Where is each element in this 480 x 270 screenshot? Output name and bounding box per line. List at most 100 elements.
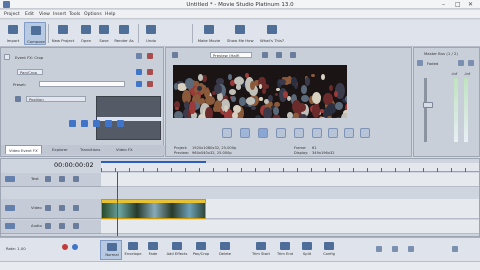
close-fx-icon[interactable] bbox=[147, 69, 153, 75]
show-me-how-button[interactable]: Show Me How bbox=[227, 22, 254, 45]
preset-dropdown[interactable] bbox=[39, 81, 125, 87]
zoom-out-icon[interactable] bbox=[392, 246, 398, 252]
preview-quality-dropdown[interactable]: Preview (Half) bbox=[210, 52, 252, 58]
close-icon[interactable]: ✕ bbox=[468, 1, 473, 8]
delete-preset-icon[interactable] bbox=[147, 81, 153, 87]
track-mute-icon[interactable] bbox=[59, 223, 65, 229]
preview-settings-icon[interactable] bbox=[172, 52, 178, 58]
sync-cursor-icon[interactable] bbox=[136, 69, 142, 75]
ruler-tick bbox=[283, 168, 284, 172]
crowd-texture bbox=[310, 74, 315, 78]
text-track-lane[interactable] bbox=[101, 173, 479, 187]
track-solo-icon[interactable] bbox=[73, 223, 79, 229]
menu-insert[interactable]: Insert bbox=[53, 12, 66, 17]
track-solo-icon[interactable] bbox=[73, 205, 79, 211]
menu-edit[interactable]: Edit bbox=[25, 12, 34, 17]
tab-transitions[interactable]: Transitions bbox=[77, 145, 103, 154]
crowd-texture bbox=[290, 77, 298, 86]
go-to-end-icon[interactable] bbox=[328, 128, 338, 138]
pan-crop-subtab[interactable]: Pan/Crop bbox=[17, 69, 43, 75]
toolbar-divider bbox=[48, 24, 49, 43]
menu-project[interactable]: Project bbox=[4, 12, 20, 17]
render-as-button[interactable]: Render As bbox=[113, 22, 135, 45]
loop-icon[interactable] bbox=[222, 128, 232, 138]
maximize-icon[interactable]: □ bbox=[455, 1, 461, 8]
new-project-button[interactable]: New Project bbox=[52, 22, 74, 45]
master-fx-icon[interactable] bbox=[417, 60, 423, 66]
track-header-text[interactable]: Text bbox=[1, 173, 101, 187]
master-fader-track[interactable] bbox=[424, 78, 427, 142]
delete-button[interactable]: Delete bbox=[214, 240, 236, 260]
import-button[interactable]: Import bbox=[2, 22, 24, 45]
crowd-texture bbox=[274, 92, 278, 97]
mute-icon[interactable] bbox=[458, 60, 464, 66]
crop-keyframe-area[interactable] bbox=[96, 96, 162, 140]
minimize-icon[interactable]: – bbox=[442, 1, 445, 8]
overlays-icon[interactable] bbox=[262, 52, 268, 58]
fade-tool-button[interactable]: Fade bbox=[142, 240, 164, 260]
tab-video-event-fx[interactable]: Video Event FX bbox=[5, 145, 42, 154]
last-keyframe-icon[interactable] bbox=[105, 120, 112, 127]
compose-button[interactable]: Compose bbox=[24, 22, 46, 45]
track-header-video[interactable]: Video bbox=[1, 199, 101, 219]
ruler-tick bbox=[465, 168, 466, 172]
track-mute-icon[interactable] bbox=[59, 205, 65, 211]
playhead[interactable] bbox=[117, 172, 118, 236]
track-solo-icon[interactable] bbox=[73, 176, 79, 182]
zoom-in-icon[interactable] bbox=[376, 246, 382, 252]
go-to-start-icon[interactable] bbox=[312, 128, 322, 138]
prev-keyframe-icon[interactable] bbox=[81, 120, 88, 127]
fx-plugin-button[interactable] bbox=[4, 54, 10, 60]
undo-button[interactable]: Undo bbox=[140, 22, 162, 45]
record-icon[interactable] bbox=[62, 244, 68, 250]
track-header-audio[interactable]: Audio bbox=[1, 220, 101, 234]
snap-icon[interactable] bbox=[408, 246, 414, 252]
track-fx-icon[interactable] bbox=[45, 223, 51, 229]
settings-icon[interactable] bbox=[452, 246, 458, 252]
pause-icon[interactable] bbox=[276, 128, 286, 138]
solo-icon[interactable] bbox=[468, 60, 474, 66]
render-as-label: Render As bbox=[114, 38, 134, 43]
config-button[interactable]: Config bbox=[318, 240, 340, 260]
menu-help[interactable]: Help bbox=[105, 12, 115, 17]
pan-crop-button[interactable]: Pan/Crop bbox=[190, 240, 212, 260]
add-effects-button[interactable]: Add Effects bbox=[166, 240, 188, 260]
prev-frame-icon[interactable] bbox=[344, 128, 354, 138]
copy-snapshot-icon[interactable] bbox=[276, 52, 282, 58]
new-project-icon bbox=[58, 25, 68, 34]
track-mute-icon[interactable] bbox=[59, 176, 65, 182]
menu-tools[interactable]: Tools bbox=[69, 12, 80, 17]
menu-view[interactable]: View bbox=[39, 12, 50, 17]
tab-explorer[interactable]: Explorer bbox=[49, 145, 71, 154]
track-fx-icon[interactable] bbox=[45, 205, 51, 211]
master-fader-handle[interactable] bbox=[423, 102, 433, 108]
audio-track-lane[interactable] bbox=[101, 220, 479, 234]
save-preset-icon[interactable] bbox=[136, 81, 142, 87]
trim-start-button[interactable]: Trim Start bbox=[250, 240, 272, 260]
delete-label: Delete bbox=[218, 252, 232, 256]
normal-tool-button[interactable]: Normal bbox=[100, 240, 122, 260]
trim-end-button[interactable]: Trim End bbox=[274, 240, 296, 260]
fx-add-icon[interactable] bbox=[136, 53, 142, 59]
play-from-start-icon[interactable] bbox=[240, 128, 250, 138]
crowd-texture bbox=[229, 89, 237, 95]
make-movie-button[interactable]: Make Movie bbox=[198, 22, 220, 45]
first-keyframe-icon[interactable] bbox=[69, 120, 76, 127]
split-button[interactable]: Split bbox=[296, 240, 318, 260]
stop-icon[interactable] bbox=[294, 128, 304, 138]
save-snapshot-icon[interactable] bbox=[290, 52, 296, 58]
loop-playback-icon[interactable] bbox=[72, 244, 78, 250]
position-expand-icon[interactable] bbox=[15, 96, 21, 102]
timeline-ruler[interactable] bbox=[101, 163, 479, 172]
play-icon[interactable] bbox=[258, 128, 268, 138]
whats-this-button[interactable]: What's This? bbox=[260, 22, 284, 45]
next-frame-icon[interactable] bbox=[360, 128, 370, 138]
track-fx-icon[interactable] bbox=[45, 176, 51, 182]
crowd-texture bbox=[311, 104, 321, 118]
fx-remove-icon[interactable] bbox=[147, 53, 153, 59]
envelope-tool-button[interactable]: Envelope bbox=[122, 240, 144, 260]
add-keyframe-icon[interactable] bbox=[117, 120, 124, 127]
next-keyframe-icon[interactable] bbox=[93, 120, 100, 127]
menu-options[interactable]: Options bbox=[84, 12, 102, 17]
tab-video-fx[interactable]: Video FX bbox=[113, 145, 136, 154]
